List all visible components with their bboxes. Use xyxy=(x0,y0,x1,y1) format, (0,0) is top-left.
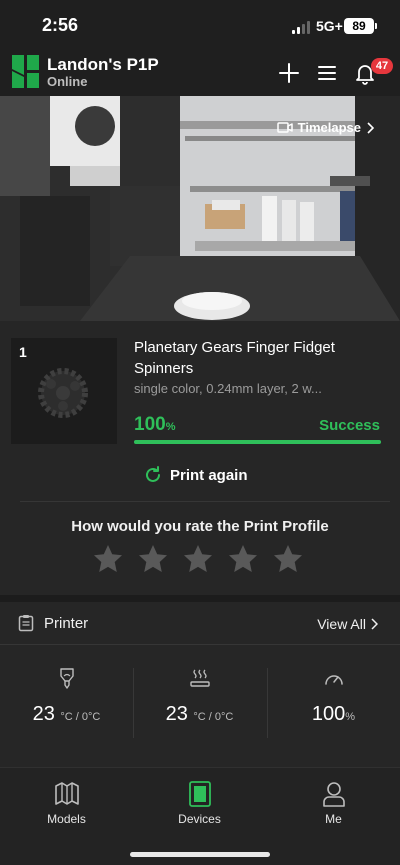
app-header: Landon's P1P Online 47 xyxy=(0,50,400,96)
star-icon[interactable] xyxy=(137,543,169,575)
printer-section: Printer View All 23 °C / 0°C 23 °C / 0°C… xyxy=(0,602,400,767)
nozzle-temp-value: 23 xyxy=(32,703,55,725)
me-icon xyxy=(322,782,345,807)
rating-prompt: How would you rate the Print Profile xyxy=(71,518,329,535)
network-type: 5G+ xyxy=(316,18,343,34)
print-job-card: 1 Planetary Gears Finger Fidget Spinners… xyxy=(0,321,400,595)
star-icon[interactable] xyxy=(182,543,214,575)
progress-bar xyxy=(134,440,381,444)
progress-bar-fill xyxy=(134,440,381,444)
printer-status: Online xyxy=(47,74,88,89)
bambu-logo-icon xyxy=(12,55,39,88)
fan-speed-metric[interactable]: 100% xyxy=(267,667,400,726)
nav-devices[interactable]: Devices xyxy=(133,780,266,826)
plate-number: 1 xyxy=(19,344,27,360)
printer-name[interactable]: Landon's P1P xyxy=(47,55,159,75)
divider xyxy=(20,501,390,502)
devices-icon xyxy=(188,781,211,807)
timelapse-camera-icon xyxy=(276,122,293,133)
bed-temp-value: 23 xyxy=(165,703,188,725)
star-icon[interactable] xyxy=(272,543,304,575)
timelapse-label: Timelapse xyxy=(297,120,361,135)
menu-icon[interactable] xyxy=(315,61,339,85)
models-icon xyxy=(54,782,79,805)
fan-speed-icon xyxy=(324,675,343,685)
nav-me-label: Me xyxy=(325,812,342,826)
view-all-label: View All xyxy=(317,616,366,632)
printer-section-header: Printer xyxy=(18,614,88,632)
print-again-label: Print again xyxy=(170,466,248,484)
timelapse-link[interactable]: Timelapse xyxy=(276,120,374,135)
bottom-nav: Models Devices Me xyxy=(0,767,400,865)
signal-icon xyxy=(292,21,310,34)
nav-devices-label: Devices xyxy=(178,812,221,826)
chevron-right-icon xyxy=(371,618,378,630)
status-bar: 2:56 5G+ 89 xyxy=(0,0,400,50)
bed-temp-unit: °C / 0°C xyxy=(193,711,234,723)
battery-indicator: 89 xyxy=(344,18,377,34)
clipboard-icon xyxy=(18,615,34,632)
nozzle-icon xyxy=(59,668,74,689)
progress-value: 100 xyxy=(134,414,166,435)
refresh-icon xyxy=(146,466,160,482)
star-icon[interactable] xyxy=(92,543,124,575)
nozzle-temp-metric[interactable]: 23 °C / 0°C xyxy=(0,667,133,726)
print-again-button[interactable]: Print again xyxy=(143,465,248,485)
fan-speed-unit: % xyxy=(345,711,356,723)
notification-badge: 47 xyxy=(371,58,393,74)
job-meta: single color, 0.24mm layer, 2 w... xyxy=(134,381,322,396)
chevron-right-icon xyxy=(367,121,374,134)
job-state: Success xyxy=(319,417,380,434)
nav-models-label: Models xyxy=(47,812,86,826)
progress-percent: 100% xyxy=(134,414,175,436)
star-icon[interactable] xyxy=(227,543,259,575)
progress-unit: % xyxy=(165,421,176,433)
nozzle-temp-unit: °C / 0°C xyxy=(60,711,101,723)
camera-feed[interactable]: Timelapse xyxy=(0,96,400,321)
fan-speed-value: 100 xyxy=(311,703,346,725)
nav-models[interactable]: Models xyxy=(0,780,133,826)
nav-me[interactable]: Me xyxy=(267,780,400,826)
bed-temp-metric[interactable]: 23 °C / 0°C xyxy=(133,667,266,726)
printer-section-title: Printer xyxy=(44,614,89,632)
rating-stars xyxy=(92,543,304,575)
heatbed-icon xyxy=(189,669,210,687)
plus-icon[interactable] xyxy=(277,61,301,85)
view-all-link[interactable]: View All xyxy=(317,616,378,632)
home-indicator[interactable] xyxy=(130,852,270,857)
job-title: Planetary Gears Finger Fidget Spinners xyxy=(134,339,335,377)
status-time: 2:56 xyxy=(42,15,79,35)
model-thumbnail[interactable]: 1 xyxy=(11,338,117,444)
section-divider xyxy=(0,644,400,645)
